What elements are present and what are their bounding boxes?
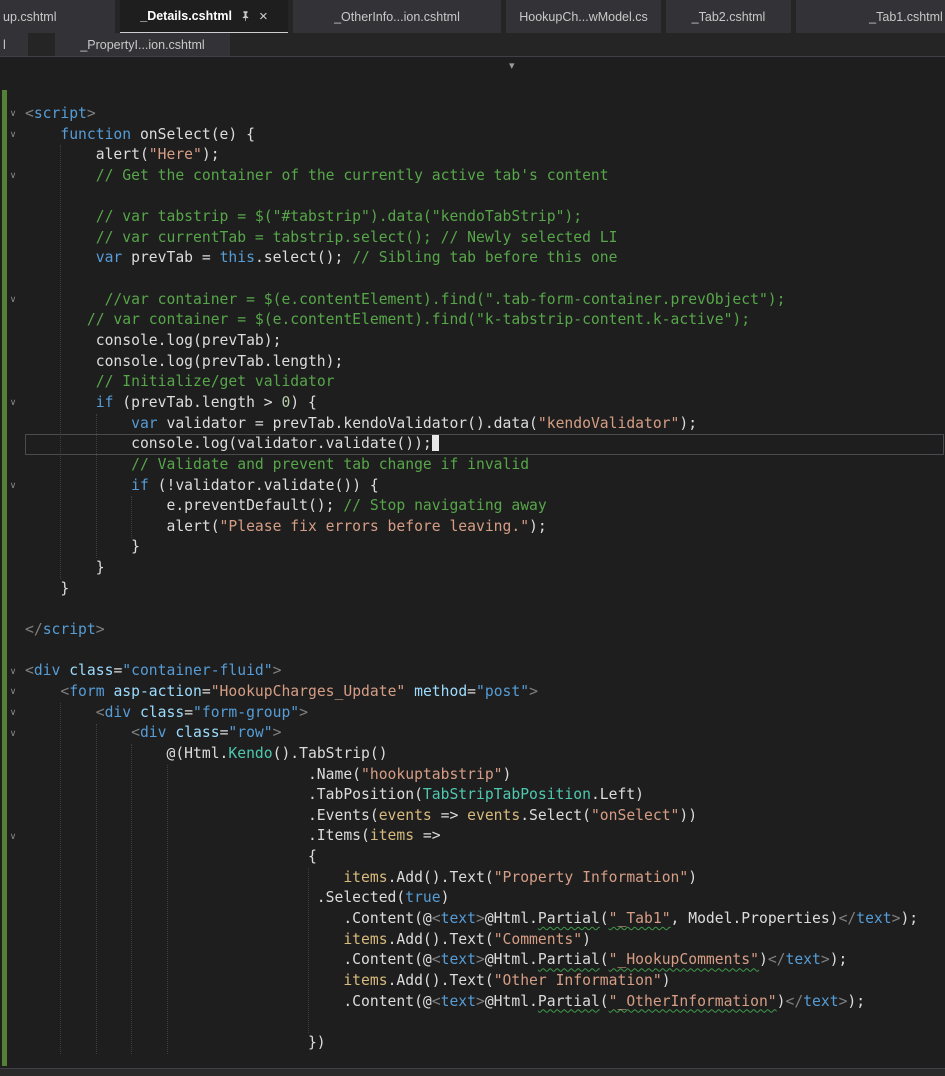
- fold-collapse-icon[interactable]: ∨: [6, 395, 20, 411]
- code-line: </script>: [25, 621, 105, 639]
- code-line: //var container = $(e.contentElement).fi…: [104, 290, 786, 308]
- code-line: alert("Please fix errors before leaving.…: [25, 517, 547, 535]
- editor-header: ▾: [0, 57, 945, 83]
- code-line: console.log(prevTab.length);: [25, 352, 344, 370]
- code-line: // Validate and prevent tab change if in…: [131, 455, 530, 473]
- document-tab[interactable]: HookupCh...wModel.cs: [506, 0, 661, 33]
- code-line: items.Add().Text("Other Information"): [343, 971, 671, 989]
- fold-collapse-icon[interactable]: ∨: [6, 478, 20, 494]
- tab-label: _Tab1.cshtml: [869, 9, 943, 24]
- code-line: console.log(prevTab);: [25, 332, 282, 350]
- code-line: <div class="container-fluid">: [25, 662, 282, 680]
- tab-label: up.cshtml: [3, 9, 57, 24]
- pin-icon[interactable]: [240, 10, 251, 22]
- fold-collapse-icon[interactable]: ∨: [6, 726, 20, 742]
- code-line: <div class="form-group">: [95, 703, 308, 721]
- code-editor[interactable]: ∨ ∨ ∨ ∨ ∨ ∨ ∨ ∨ ∨ ∨ ∨ <script> function onSelect(e…: [0, 83, 945, 1076]
- close-icon[interactable]: ×: [259, 9, 268, 24]
- tab-label: _Tab2.cshtml: [691, 9, 766, 24]
- tab-bar-row-2: l _PropertyI...ion.cshtml: [0, 33, 945, 56]
- code-line: items.Add().Text("Property Information"): [343, 868, 698, 886]
- code-lines: <script> function onSelect(e) { alert("H…: [0, 83, 945, 1053]
- document-tab[interactable]: _Tab2.cshtml: [666, 0, 791, 33]
- code-line: }: [25, 579, 70, 597]
- code-line: {: [25, 848, 317, 866]
- fold-collapse-icon[interactable]: ∨: [6, 705, 20, 721]
- code-line: .Items(items =>: [25, 827, 441, 845]
- code-line: <div class="row">: [131, 724, 282, 742]
- code-line: .Content(@<text>@Html.Partial("_HookupCo…: [25, 951, 848, 969]
- horizontal-scrollbar[interactable]: [0, 1068, 945, 1076]
- fold-collapse-icon[interactable]: ∨: [6, 106, 20, 122]
- code-line: }): [25, 1033, 326, 1051]
- chevron-down-icon[interactable]: ▾: [509, 61, 515, 72]
- code-line: // var tabstrip = $("#tabstrip").data("k…: [95, 208, 583, 226]
- code-line: @(Html.Kendo().TabStrip(): [25, 744, 388, 762]
- code-line: }: [25, 559, 105, 577]
- code-line: if (prevTab.length > 0) {: [95, 393, 317, 411]
- tab-label: HookupCh...wModel.cs: [519, 9, 648, 24]
- fold-collapse-icon[interactable]: ∨: [6, 664, 20, 680]
- document-tab[interactable]: l: [0, 33, 28, 56]
- tab-label: _Details.cshtml: [140, 9, 232, 23]
- document-tab[interactable]: up.cshtml: [0, 0, 115, 33]
- document-tab-strip: up.cshtml _Details.cshtml × _OtherInfo...io…: [0, 0, 945, 57]
- document-tab[interactable]: _OtherInfo...ion.cshtml: [293, 0, 501, 33]
- document-tab[interactable]: _Tab1.cshtml: [796, 0, 945, 33]
- code-line: if (!validator.validate()) {: [131, 476, 379, 494]
- tab-label: l: [3, 37, 6, 52]
- fold-collapse-icon[interactable]: ∨: [6, 292, 20, 308]
- code-line: <form asp-action="HookupCharges_Update" …: [60, 682, 538, 700]
- code-line: function onSelect(e) {: [60, 125, 255, 143]
- code-line: var validator = prevTab.kendoValidator()…: [131, 414, 698, 432]
- code-line: // Initialize/get validator: [95, 373, 335, 391]
- code-line: .Content(@<text>@Html.Partial("_OtherInf…: [25, 992, 866, 1010]
- code-line: .TabPosition(TabStripTabPosition.Left): [25, 786, 644, 804]
- code-line: // var currentTab = tabstrip.select(); /…: [95, 228, 618, 246]
- code-line: .Selected(true): [25, 889, 450, 907]
- document-tab[interactable]: _PropertyI...ion.cshtml: [55, 33, 230, 56]
- code-line: // var container = $(e.contentElement).f…: [86, 311, 751, 329]
- code-line: alert("Here");: [25, 146, 220, 164]
- code-line: .Name("hookuptabstrip"): [25, 765, 512, 783]
- fold-collapse-icon[interactable]: ∨: [6, 684, 20, 700]
- tab-bar-row-1: up.cshtml _Details.cshtml × _OtherInfo...io…: [0, 0, 945, 33]
- code-line: // Get the container of the currently ac…: [95, 166, 609, 184]
- code-line: var prevTab = this.select(); // Sibling …: [95, 249, 618, 267]
- fold-collapse-icon[interactable]: ∨: [6, 829, 20, 845]
- editor-window: up.cshtml _Details.cshtml × _OtherInfo...io…: [0, 0, 945, 1076]
- fold-collapse-icon[interactable]: ∨: [6, 127, 20, 143]
- code-line: .Events(events => events.Select("onSelec…: [25, 806, 698, 824]
- fold-collapse-icon[interactable]: ∨: [6, 168, 20, 184]
- code-line: console.log(validator.validate());: [0, 434, 945, 455]
- code-line: }: [25, 538, 140, 556]
- tab-label: _PropertyI...ion.cshtml: [80, 37, 205, 52]
- code-line: <script>: [25, 105, 96, 122]
- tab-label: _OtherInfo...ion.cshtml: [334, 9, 460, 24]
- document-tab[interactable]: _Details.cshtml ×: [120, 0, 288, 33]
- code-line: .Content(@<text>@Html.Partial("_Tab1", M…: [25, 909, 919, 927]
- code-line: e.preventDefault(); // Stop navigating a…: [25, 497, 547, 515]
- text-cursor: [431, 435, 439, 452]
- code-line: items.Add().Text("Comments"): [343, 930, 591, 948]
